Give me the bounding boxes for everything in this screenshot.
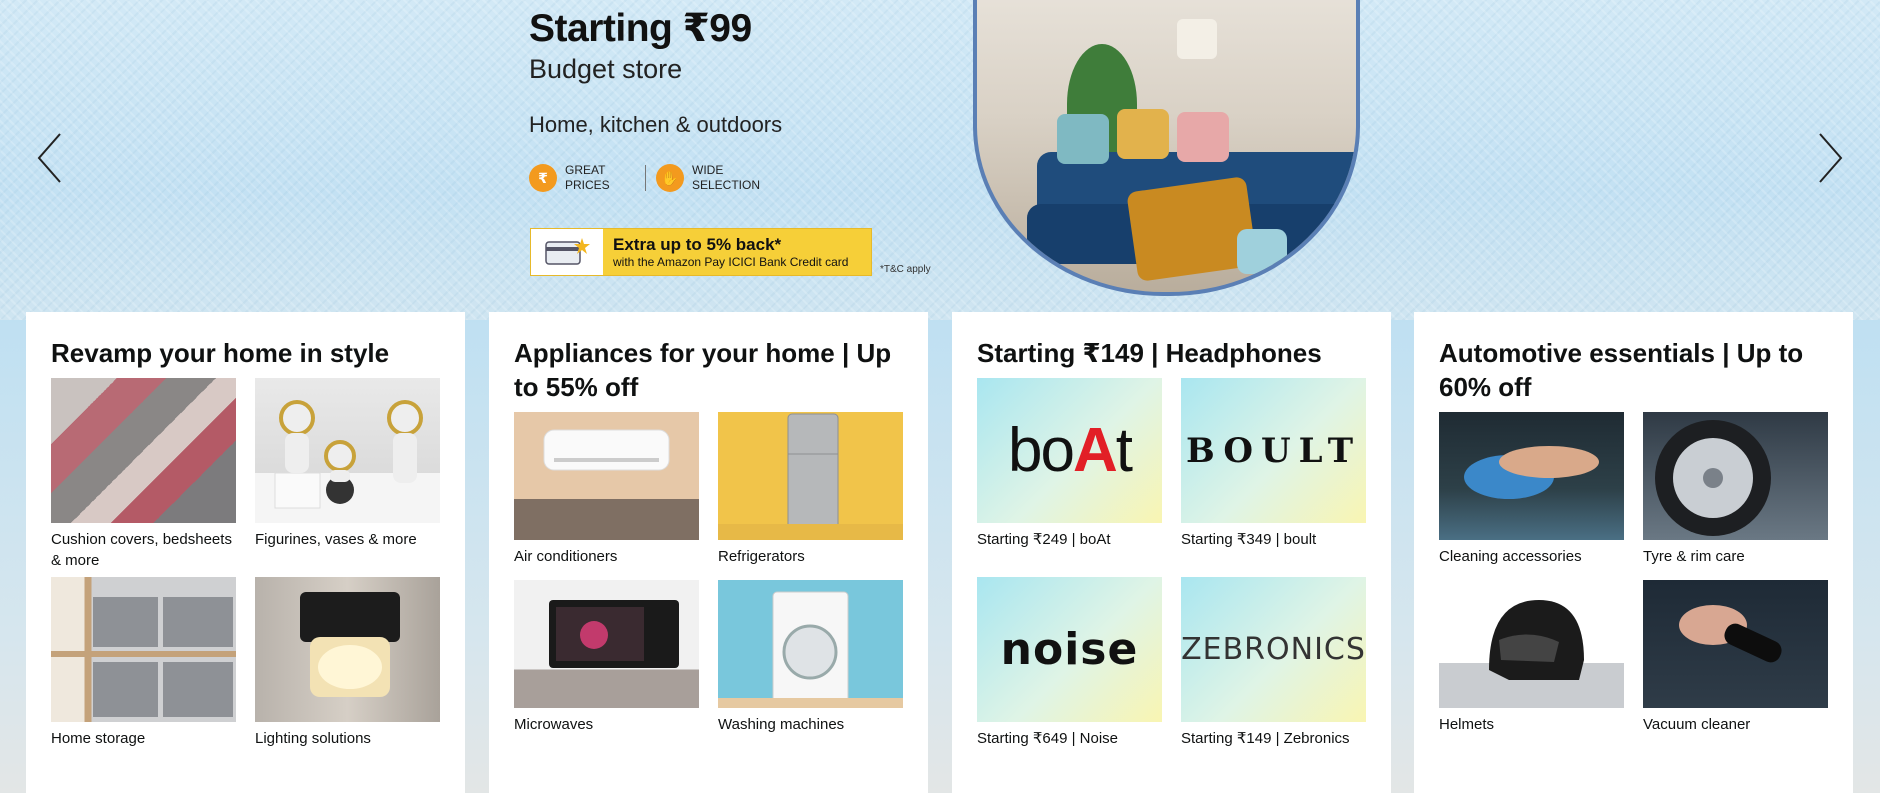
lamp-shape xyxy=(1177,19,1217,59)
tile-cushion-covers[interactable]: Cushion covers, bedsheets & more xyxy=(51,378,236,577)
offer-headline: Extra up to 5% back* xyxy=(613,235,782,254)
boult-logo-image[interactable]: BOULT xyxy=(1181,378,1366,523)
hero-subtitle: Budget store xyxy=(529,54,683,84)
offer-subtext: with the Amazon Pay ICICI Bank Credit ca… xyxy=(613,255,849,269)
tile-label[interactable]: Figurines, vases & more xyxy=(255,529,440,577)
card-title[interactable]: Automotive essentials | Up to 60% off xyxy=(1439,336,1828,404)
tile-air-conditioners[interactable]: Air conditioners xyxy=(514,412,699,580)
badge-divider xyxy=(645,165,646,191)
card-title[interactable]: Appliances for your home | Up to 55% off xyxy=(514,336,903,404)
tile-label[interactable]: Refrigerators xyxy=(718,546,903,580)
boult-logo: BOULT xyxy=(1185,430,1362,471)
living-room-photo xyxy=(973,0,1360,296)
card-appliances: Appliances for your home | Up to 55% off… xyxy=(489,312,928,793)
washing-machine-image[interactable] xyxy=(718,580,903,708)
hero-badges: ₹ GREAT PRICES ✋ WIDE SELECTION xyxy=(529,163,762,193)
figurines-image[interactable] xyxy=(255,378,440,523)
tile-label[interactable]: Home storage xyxy=(51,728,236,762)
pillow-shape xyxy=(1117,109,1169,159)
tile-label[interactable]: Air conditioners xyxy=(514,546,699,580)
tile-boat[interactable]: boAt Starting ₹249 | boAt xyxy=(977,378,1162,577)
tile-label[interactable]: Cleaning accessories xyxy=(1439,546,1624,580)
hand-icon: ✋ xyxy=(656,164,684,192)
badge-label: WIDE SELECTION xyxy=(692,163,761,192)
tile-refrigerators[interactable]: Refrigerators xyxy=(718,412,903,580)
badge-wide-selection: ✋ WIDE SELECTION xyxy=(656,163,762,193)
card-home-style: Revamp your home in style Cushion covers… xyxy=(26,312,465,793)
home-storage-image[interactable] xyxy=(51,577,236,722)
tile-label[interactable]: Washing machines xyxy=(718,714,903,748)
price-tag-icon: ₹ xyxy=(529,164,557,192)
tile-label[interactable]: Vacuum cleaner xyxy=(1643,714,1828,748)
carousel-next-button[interactable] xyxy=(1810,128,1850,188)
badge-great-prices: ₹ GREAT PRICES xyxy=(529,163,635,193)
noise-logo: noise xyxy=(1000,624,1139,675)
tile-label[interactable]: Lighting solutions xyxy=(255,728,440,762)
pillow-shape xyxy=(1177,112,1229,162)
chevron-left-icon xyxy=(37,133,61,183)
cushion-covers-image[interactable] xyxy=(51,378,236,523)
air-conditioner-image[interactable] xyxy=(514,412,699,540)
card-title[interactable]: Starting ₹149 | Headphones xyxy=(977,336,1366,370)
cleaning-accessories-image[interactable] xyxy=(1439,412,1624,540)
tile-home-storage[interactable]: Home storage xyxy=(51,577,236,762)
boat-logo-image[interactable]: boAt xyxy=(977,378,1162,523)
terms-note: *T&C apply xyxy=(880,264,931,275)
tile-tyre-rim-care[interactable]: Tyre & rim care xyxy=(1643,412,1828,580)
bank-offer-banner[interactable]: Extra up to 5% back* with the Amazon Pay… xyxy=(530,228,872,276)
tile-zebronics[interactable]: ZEBRONICS Starting ₹149 | Zebronics xyxy=(1181,577,1366,762)
helmet-image[interactable] xyxy=(1439,580,1624,708)
tile-cleaning-accessories[interactable]: Cleaning accessories xyxy=(1439,412,1624,580)
tile-microwaves[interactable]: Microwaves xyxy=(514,580,699,748)
zebronics-logo: ZEBRONICS xyxy=(1181,632,1366,667)
pillow-shape xyxy=(1057,114,1109,164)
tile-label[interactable]: Starting ₹249 | boAt xyxy=(977,529,1162,577)
noise-logo-image[interactable]: noise xyxy=(977,577,1162,722)
card-title[interactable]: Revamp your home in style xyxy=(51,336,440,370)
vacuum-cleaner-image[interactable] xyxy=(1643,580,1828,708)
zebronics-logo-image[interactable]: ZEBRONICS xyxy=(1181,577,1366,722)
hero-tagline: Home, kitchen & outdoors xyxy=(529,112,783,137)
tile-label[interactable]: Helmets xyxy=(1439,714,1624,748)
tyre-rim-image[interactable] xyxy=(1643,412,1828,540)
tile-label[interactable]: Starting ₹649 | Noise xyxy=(977,728,1162,762)
tile-noise[interactable]: noise Starting ₹649 | Noise xyxy=(977,577,1162,762)
hero-banner[interactable]: Starting ₹99 Budget store Home, kitchen … xyxy=(0,0,1880,320)
tile-washing-machines[interactable]: Washing machines xyxy=(718,580,903,748)
boat-logo: boAt xyxy=(1008,416,1133,485)
tile-label[interactable]: Cushion covers, bedsheets & more xyxy=(51,529,236,577)
card-automotive: Automotive essentials | Up to 60% off Cl… xyxy=(1414,312,1853,793)
tile-boult[interactable]: BOULT Starting ₹349 | boult xyxy=(1181,378,1366,577)
credit-card-icon xyxy=(531,229,603,275)
refrigerator-image[interactable] xyxy=(718,412,903,540)
chevron-right-icon xyxy=(1819,133,1843,183)
tile-figurines[interactable]: Figurines, vases & more xyxy=(255,378,440,577)
carousel-prev-button[interactable] xyxy=(30,128,70,188)
card-headphones: Starting ₹149 | Headphones boAt Starting… xyxy=(952,312,1391,793)
tile-label[interactable]: Starting ₹149 | Zebronics xyxy=(1181,728,1366,762)
hero-title: Starting ₹99 xyxy=(529,7,752,50)
tile-lighting[interactable]: Lighting solutions xyxy=(255,577,440,762)
tile-label[interactable]: Tyre & rim care xyxy=(1643,546,1828,580)
tile-helmets[interactable]: Helmets xyxy=(1439,580,1624,748)
lighting-image[interactable] xyxy=(255,577,440,722)
badge-label: GREAT PRICES xyxy=(565,163,610,192)
tile-vacuum-cleaner[interactable]: Vacuum cleaner xyxy=(1643,580,1828,748)
tile-label[interactable]: Microwaves xyxy=(514,714,699,748)
microwave-image[interactable] xyxy=(514,580,699,708)
tile-label[interactable]: Starting ₹349 | boult xyxy=(1181,529,1366,577)
kettle-shape xyxy=(1237,229,1287,274)
